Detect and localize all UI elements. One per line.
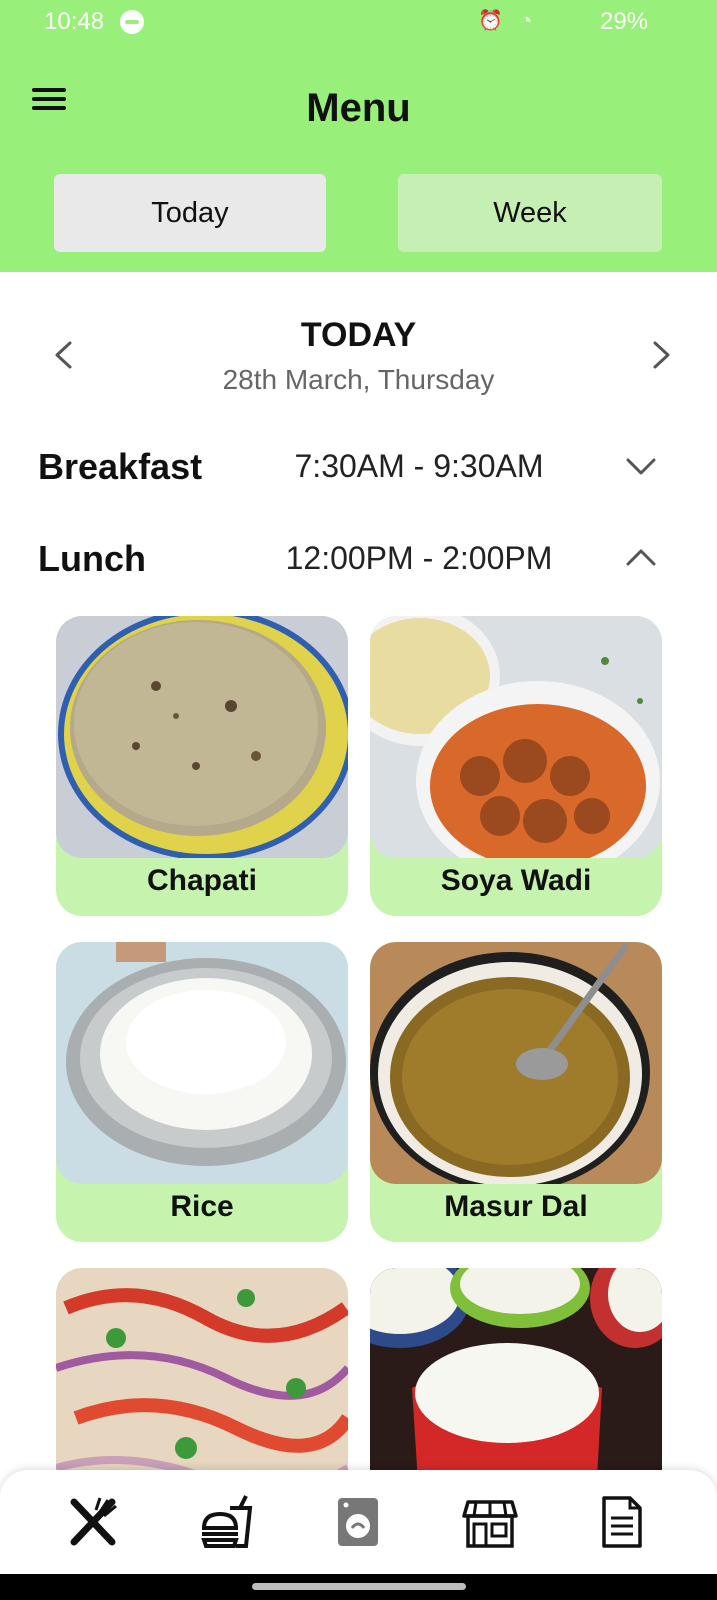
meal-name: Lunch bbox=[38, 538, 146, 579]
day-date: 28th March, Thursday bbox=[222, 364, 495, 395]
document-icon[interactable] bbox=[594, 1494, 650, 1550]
chevron-down-icon[interactable] bbox=[625, 454, 657, 478]
meal-row-lunch[interactable]: Lunch 12:00PM - 2:00PM bbox=[0, 530, 717, 590]
bottom-navigation bbox=[0, 1470, 717, 1574]
masur-dal-image bbox=[370, 942, 662, 1184]
system-navigation-bar bbox=[0, 1574, 717, 1600]
rice-image bbox=[56, 942, 348, 1184]
meal-row-breakfast[interactable]: Breakfast 7:30AM - 9:30AM bbox=[0, 438, 717, 498]
do-not-disturb-icon bbox=[120, 10, 144, 34]
food-card-masur-dal[interactable]: Masur Dal bbox=[370, 942, 662, 1242]
food-card-soya-wadi[interactable]: Soya Wadi bbox=[370, 616, 662, 916]
day-title: TODAY bbox=[300, 316, 417, 354]
fork-knife-icon[interactable] bbox=[66, 1494, 122, 1550]
status-icons: ⏰ ︎ ◔ bbox=[478, 10, 535, 32]
meal-time: 7:30AM - 9:30AM bbox=[294, 448, 544, 484]
food-label: Masur Dal bbox=[444, 1190, 588, 1223]
store-icon[interactable] bbox=[462, 1494, 518, 1550]
chapati-image bbox=[56, 616, 348, 858]
soya-wadi-image bbox=[370, 616, 662, 858]
meal-name: Breakfast bbox=[38, 446, 203, 487]
food-card-chapati[interactable]: Chapati bbox=[56, 616, 348, 916]
fast-food-icon[interactable] bbox=[198, 1494, 254, 1550]
chevron-up-icon[interactable] bbox=[625, 546, 657, 570]
app-header: 10:48 ⏰ ︎ ◔ 29% Menu Today Week bbox=[0, 0, 717, 272]
washing-machine-icon[interactable] bbox=[330, 1494, 386, 1550]
battery-level: 29% bbox=[600, 8, 649, 35]
food-label: Rice bbox=[170, 1190, 234, 1223]
next-day-icon[interactable] bbox=[645, 340, 675, 370]
food-label: Soya Wadi bbox=[440, 864, 592, 897]
page-title: Menu bbox=[306, 86, 411, 130]
status-time: 10:48 bbox=[44, 8, 105, 35]
tab-today[interactable]: Today bbox=[54, 174, 326, 252]
meal-time: 12:00PM - 2:00PM bbox=[285, 540, 553, 576]
home-gesture-pill[interactable] bbox=[252, 1583, 466, 1590]
food-label: Chapati bbox=[146, 864, 257, 897]
food-card-rice[interactable]: Rice bbox=[56, 942, 348, 1242]
status-bar: 10:48 ⏰ ︎ ◔ 29% bbox=[0, 0, 717, 46]
tab-week[interactable]: Week bbox=[398, 174, 662, 252]
